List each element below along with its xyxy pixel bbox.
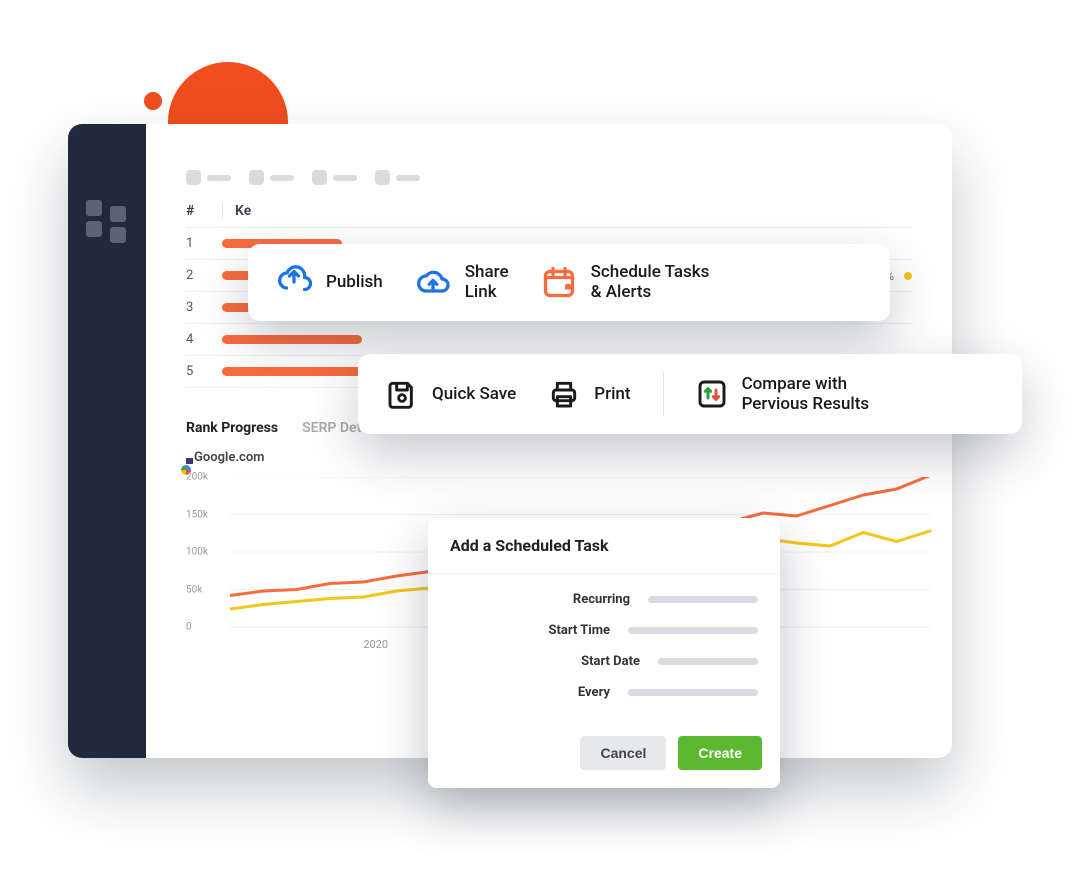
status-dot bbox=[904, 272, 912, 280]
search-source: Google.com bbox=[186, 450, 912, 465]
print-icon bbox=[548, 378, 580, 410]
upload-cloud-icon bbox=[276, 264, 312, 300]
row-num: 5 bbox=[186, 364, 222, 379]
col-index: # bbox=[186, 203, 222, 219]
field-start-time[interactable]: Start Time bbox=[450, 623, 758, 638]
quick-save-button[interactable]: Quick Save bbox=[386, 378, 516, 410]
y-tick: 50k bbox=[186, 584, 202, 595]
table-header: # Ke bbox=[186, 203, 912, 228]
cancel-button[interactable]: Cancel bbox=[580, 736, 666, 770]
compare-arrows-icon bbox=[696, 378, 728, 410]
publish-toolbar: Publish ShareLink Schedule Tasks& Alerts bbox=[248, 244, 890, 321]
divider bbox=[663, 372, 664, 416]
y-tick: 200k bbox=[186, 472, 208, 483]
field-start-date[interactable]: Start Date bbox=[450, 654, 758, 669]
publish-button[interactable]: Publish bbox=[276, 264, 383, 300]
print-button[interactable]: Print bbox=[548, 378, 630, 410]
col-keyword: Ke bbox=[222, 203, 402, 219]
field-recurring[interactable]: Recurring bbox=[450, 592, 758, 607]
row-num: 3 bbox=[186, 300, 222, 315]
y-tick: 0 bbox=[186, 622, 192, 633]
y-tick: 100k bbox=[186, 547, 208, 558]
row-num: 2 bbox=[186, 268, 222, 283]
row-num: 1 bbox=[186, 236, 222, 251]
apps-icon[interactable] bbox=[86, 200, 128, 237]
tab-rank-progress[interactable]: Rank Progress bbox=[186, 420, 278, 436]
keyword-bar bbox=[222, 335, 362, 344]
row-num: 4 bbox=[186, 332, 222, 347]
decor-circle-small bbox=[144, 92, 162, 110]
schedule-task-modal: Add a Scheduled Task Recurring Start Tim… bbox=[428, 518, 780, 788]
x-tick: 2020 bbox=[363, 638, 388, 651]
cloud-link-icon bbox=[415, 264, 451, 300]
table-row[interactable]: 4 bbox=[186, 324, 912, 356]
sidebar bbox=[68, 124, 146, 758]
toolbar-skeleton bbox=[186, 170, 912, 185]
share-link-button[interactable]: ShareLink bbox=[415, 262, 509, 303]
modal-title: Add a Scheduled Task bbox=[428, 518, 780, 574]
create-button[interactable]: Create bbox=[678, 736, 762, 770]
source-name: Google.com bbox=[194, 450, 264, 465]
calendar-bell-icon bbox=[541, 264, 577, 300]
field-every[interactable]: Every bbox=[450, 685, 758, 700]
save-icon bbox=[386, 378, 418, 410]
compare-results-button[interactable]: Compare withPervious Results bbox=[696, 374, 870, 415]
y-tick: 150k bbox=[186, 509, 208, 520]
schedule-tasks-button[interactable]: Schedule Tasks& Alerts bbox=[541, 262, 710, 303]
tools-toolbar: Quick Save Print Compare withPervious Re… bbox=[358, 354, 1022, 434]
